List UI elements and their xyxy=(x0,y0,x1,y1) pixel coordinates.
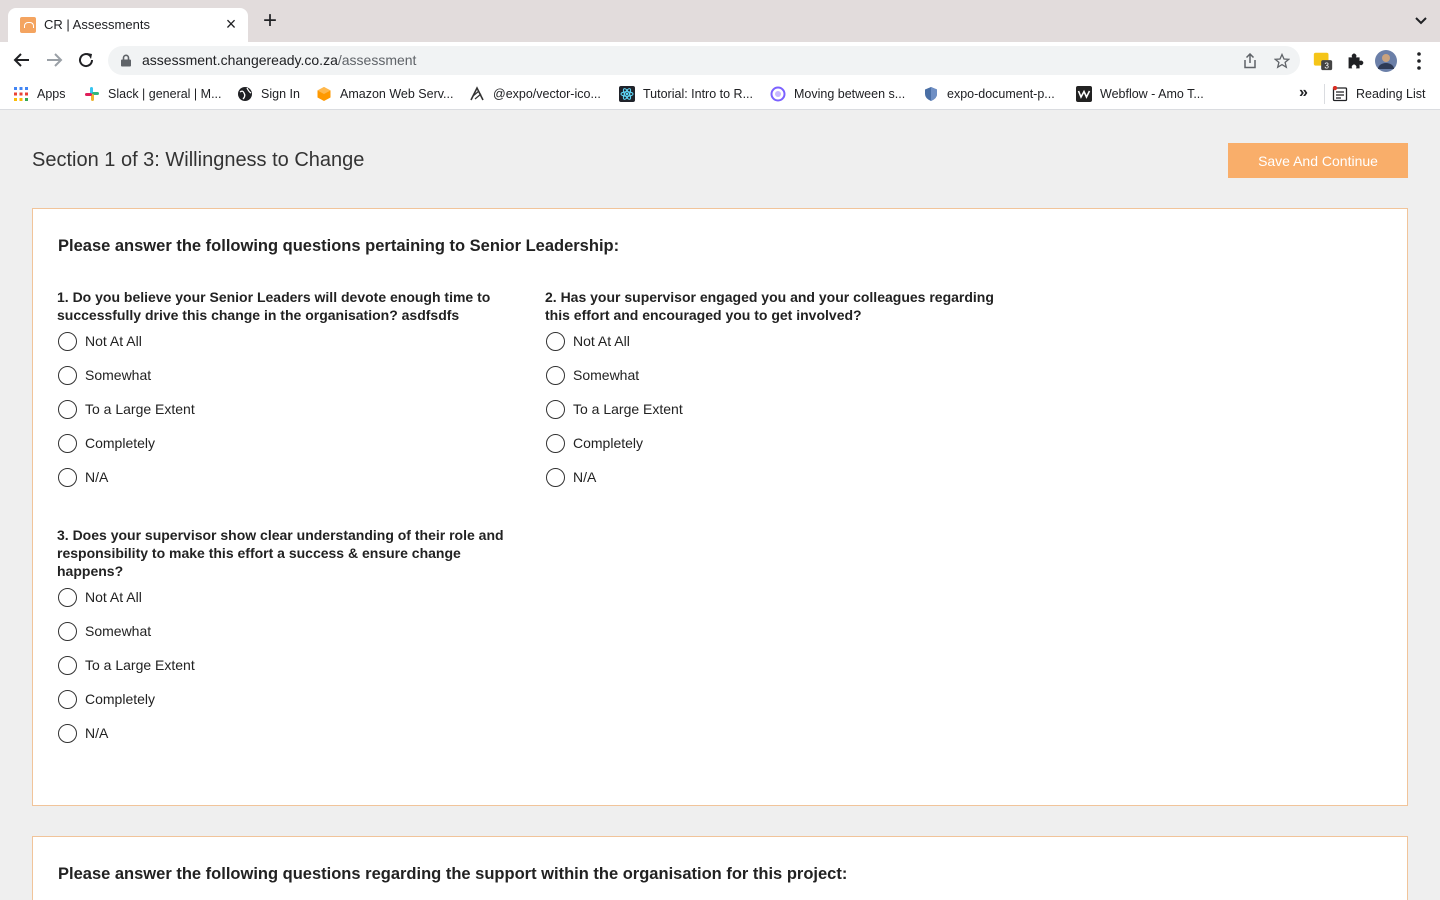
organisation-support-card: Please answer the following questions re… xyxy=(32,836,1408,900)
radio-option[interactable]: To a Large Extent xyxy=(57,648,527,682)
radio-option[interactable]: Somewhat xyxy=(57,614,527,648)
bookmark-react-tutorial[interactable]: Tutorial: Intro to R... xyxy=(619,85,753,103)
tab-strip: CR | Assessments × + xyxy=(0,0,1440,42)
radio-button[interactable] xyxy=(58,587,77,607)
question-3: 3. Does your supervisor show clear under… xyxy=(57,526,527,750)
radio-option[interactable]: To a Large Extent xyxy=(545,392,1015,426)
question-text: 3. Does your supervisor show clear under… xyxy=(57,527,504,579)
more-bookmarks-chevron-icon[interactable]: » xyxy=(1299,84,1308,102)
active-tab[interactable]: CR | Assessments × xyxy=(8,8,248,42)
radio-button[interactable] xyxy=(58,433,77,453)
url-text[interactable]: assessment.changeready.co.za/assessment xyxy=(142,52,416,68)
question-2: 2. Has your supervisor engaged you and y… xyxy=(545,288,1015,494)
extensions-puzzle-icon[interactable] xyxy=(1344,50,1366,72)
bookmark-apps[interactable]: Apps xyxy=(13,85,66,103)
bookmark-expo-vector[interactable]: @expo/vector-ico... xyxy=(469,85,601,103)
browser-toolbar: assessment.changeready.co.za/assessment … xyxy=(0,42,1440,79)
radio-button[interactable] xyxy=(546,399,565,419)
reading-list-icon xyxy=(1332,86,1348,102)
radio-button[interactable] xyxy=(58,689,77,709)
share-icon[interactable] xyxy=(1241,52,1259,70)
card-heading: Please answer the following questions re… xyxy=(58,865,848,883)
section-title: Section 1 of 3: Willingness to Change xyxy=(32,149,365,171)
radio-option[interactable]: Somewhat xyxy=(545,358,1015,392)
bookmarks-divider xyxy=(1324,84,1325,104)
radio-button[interactable] xyxy=(58,655,77,675)
radio-button[interactable] xyxy=(546,331,565,351)
question-text: 1. Do you believe your Senior Leaders wi… xyxy=(57,289,491,323)
expo-icon xyxy=(470,86,484,101)
reading-list[interactable]: Reading List xyxy=(1332,85,1426,103)
radio-option[interactable]: Not At All xyxy=(545,324,1015,358)
bookmark-expo-document[interactable]: expo-document-p... xyxy=(923,85,1055,103)
radio-option[interactable]: N/A xyxy=(545,460,1015,494)
radio-option[interactable]: N/A xyxy=(57,460,527,494)
bookmark-moving-between[interactable]: Moving between s... xyxy=(770,85,905,103)
extension-badge-icon[interactable]: 3 xyxy=(1312,50,1334,72)
reload-icon[interactable] xyxy=(74,48,98,72)
save-and-continue-button[interactable]: Save And Continue xyxy=(1228,143,1408,178)
browser-menu-icon[interactable] xyxy=(1408,50,1430,72)
bookmark-aws[interactable]: Amazon Web Serv... xyxy=(316,85,453,103)
webflow-icon xyxy=(1076,86,1092,102)
radio-button[interactable] xyxy=(58,331,77,351)
forward-icon[interactable] xyxy=(42,48,66,72)
bookmark-webflow[interactable]: Webflow - Amo T... xyxy=(1076,85,1204,103)
address-bar[interactable]: assessment.changeready.co.za/assessment xyxy=(108,46,1300,75)
back-icon[interactable] xyxy=(10,48,34,72)
bookmarks-bar: Apps Slack | general | M... Sign In Amaz… xyxy=(0,79,1440,110)
close-tab-icon[interactable]: × xyxy=(222,13,240,35)
react-icon xyxy=(619,86,635,102)
circle-icon xyxy=(770,86,786,102)
radio-option[interactable]: N/A xyxy=(57,716,527,750)
radio-button[interactable] xyxy=(546,467,565,487)
bookmark-star-icon[interactable] xyxy=(1273,52,1291,70)
tab-search-chevron-icon[interactable] xyxy=(1414,14,1428,28)
bookmark-slack[interactable]: Slack | general | M... xyxy=(84,85,221,103)
radio-option[interactable]: Completely xyxy=(57,682,527,716)
radio-button[interactable] xyxy=(546,433,565,453)
radio-option[interactable]: Completely xyxy=(57,426,527,460)
slack-icon xyxy=(85,87,99,101)
radio-button[interactable] xyxy=(58,467,77,487)
radio-button[interactable] xyxy=(58,365,77,385)
radio-option[interactable]: To a Large Extent xyxy=(57,392,527,426)
radio-option[interactable]: Completely xyxy=(545,426,1015,460)
radio-button[interactable] xyxy=(546,365,565,385)
globe-icon xyxy=(238,87,252,101)
site-favicon-icon xyxy=(20,17,36,33)
senior-leadership-card: Please answer the following questions pe… xyxy=(32,208,1408,806)
radio-button[interactable] xyxy=(58,723,77,743)
apps-grid-icon xyxy=(14,87,28,101)
question-text: 2. Has your supervisor engaged you and y… xyxy=(545,289,994,323)
radio-option[interactable]: Not At All xyxy=(57,324,527,358)
radio-option[interactable]: Somewhat xyxy=(57,358,527,392)
lock-icon[interactable] xyxy=(120,54,132,67)
tab-title: CR | Assessments xyxy=(44,17,150,32)
question-1: 1. Do you believe your Senior Leaders wi… xyxy=(57,288,527,494)
radio-option[interactable]: Not At All xyxy=(57,580,527,614)
radio-button[interactable] xyxy=(58,399,77,419)
bookmark-sign-in[interactable]: Sign In xyxy=(237,85,300,103)
aws-icon xyxy=(317,87,331,101)
svg-text:3: 3 xyxy=(1324,61,1329,70)
shield-icon xyxy=(925,87,937,101)
radio-button[interactable] xyxy=(58,621,77,641)
new-tab-icon[interactable]: + xyxy=(258,9,282,34)
profile-avatar-icon[interactable] xyxy=(1375,50,1397,72)
card-heading: Please answer the following questions pe… xyxy=(58,237,620,255)
